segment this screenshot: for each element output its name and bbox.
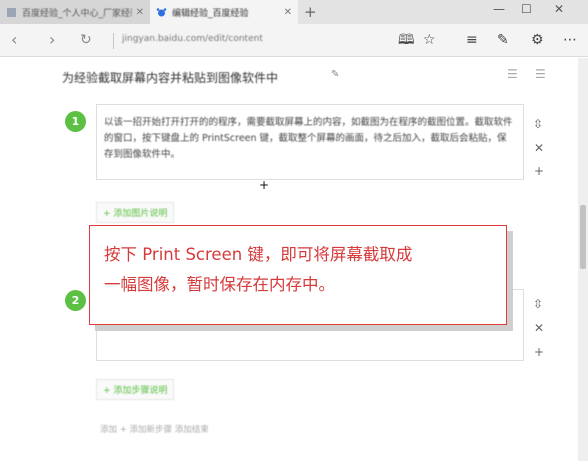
- new-tab-icon[interactable]: +: [304, 3, 317, 21]
- delete-step-icon[interactable]: ✕: [534, 141, 544, 155]
- add-step-icon[interactable]: +: [534, 345, 544, 359]
- callout-line-2: 一幅图像，暂时保存在内存中。: [104, 275, 335, 294]
- tab-title: 百度经验_个人中心_厂家经验: [22, 8, 132, 19]
- restore-icon[interactable]: ☐: [521, 2, 532, 16]
- list-view-icon[interactable]: ☰: [507, 67, 518, 81]
- annotation-callout: 按下 Print Screen 键，即可将屏幕截取成 一幅图像，暂时保存在内存中…: [89, 225, 507, 325]
- minimize-icon[interactable]: —: [493, 2, 505, 16]
- crosshair-cursor-icon: +: [259, 178, 270, 192]
- tab-title: 编辑经验_百度经验: [172, 8, 249, 19]
- tab-personal-center[interactable]: 百度经验_个人中心_厂家经验 ✕: [0, 0, 150, 24]
- close-window-icon[interactable]: ✕: [554, 2, 564, 16]
- reading-view-icon[interactable]: 🕮: [398, 31, 415, 49]
- favorite-star-icon[interactable]: ☆: [423, 31, 436, 49]
- hub-menu-icon[interactable]: ≡: [466, 31, 478, 49]
- add-new-step-link[interactable]: 添加 + 添加新步骤 添加结束: [100, 423, 209, 435]
- web-note-icon[interactable]: ✎: [497, 31, 509, 49]
- close-tab-icon[interactable]: ✕: [136, 7, 144, 18]
- edit-title-icon[interactable]: ✎: [331, 69, 339, 80]
- step-text[interactable]: 以该一招开始打开打开的的程序，需要截取屏幕上的内容，如截图为在程序的截图位置。截…: [104, 115, 516, 163]
- share-icon[interactable]: ⚙: [531, 31, 544, 49]
- add-step-icon[interactable]: +: [534, 164, 544, 178]
- navigation-bar: ‹ › ↻ jingyan.baidu.com/edit/content 🕮 ☆…: [0, 24, 588, 57]
- close-tab-icon[interactable]: ✕: [284, 7, 292, 18]
- move-step-icon[interactable]: ⇳: [533, 117, 543, 131]
- address-divider: [113, 33, 114, 49]
- step-number: 2: [65, 290, 86, 311]
- outline-view-icon[interactable]: ☰: [535, 67, 546, 81]
- forward-icon[interactable]: ›: [49, 31, 55, 49]
- add-step-button[interactable]: + 添加步骤说明: [96, 379, 175, 400]
- delete-step-icon[interactable]: ✕: [534, 321, 544, 335]
- page-icon: [7, 7, 16, 17]
- page-title: 为经验截取屏幕内容并粘贴到图像软件中: [62, 71, 279, 85]
- tab-strip: 百度经验_个人中心_厂家经验 ✕ 编辑经验_百度经验 ✕ + — ☐ ✕: [0, 0, 588, 24]
- step-number: 1: [65, 111, 86, 132]
- move-step-icon[interactable]: ⇳: [533, 297, 543, 311]
- back-icon[interactable]: ‹: [11, 31, 17, 49]
- baidu-paw-icon: [156, 7, 167, 16]
- scrollbar-thumb[interactable]: [580, 205, 586, 269]
- callout-line-1: 按下 Print Screen 键，即可将屏幕截取成: [104, 245, 413, 264]
- add-image-button[interactable]: + 添加图片说明: [96, 202, 175, 223]
- more-icon[interactable]: ⋯: [563, 31, 577, 49]
- tab-edit-experience[interactable]: 编辑经验_百度经验 ✕: [150, 0, 298, 24]
- refresh-icon[interactable]: ↻: [80, 31, 92, 49]
- address-bar[interactable]: jingyan.baidu.com/edit/content: [122, 34, 263, 44]
